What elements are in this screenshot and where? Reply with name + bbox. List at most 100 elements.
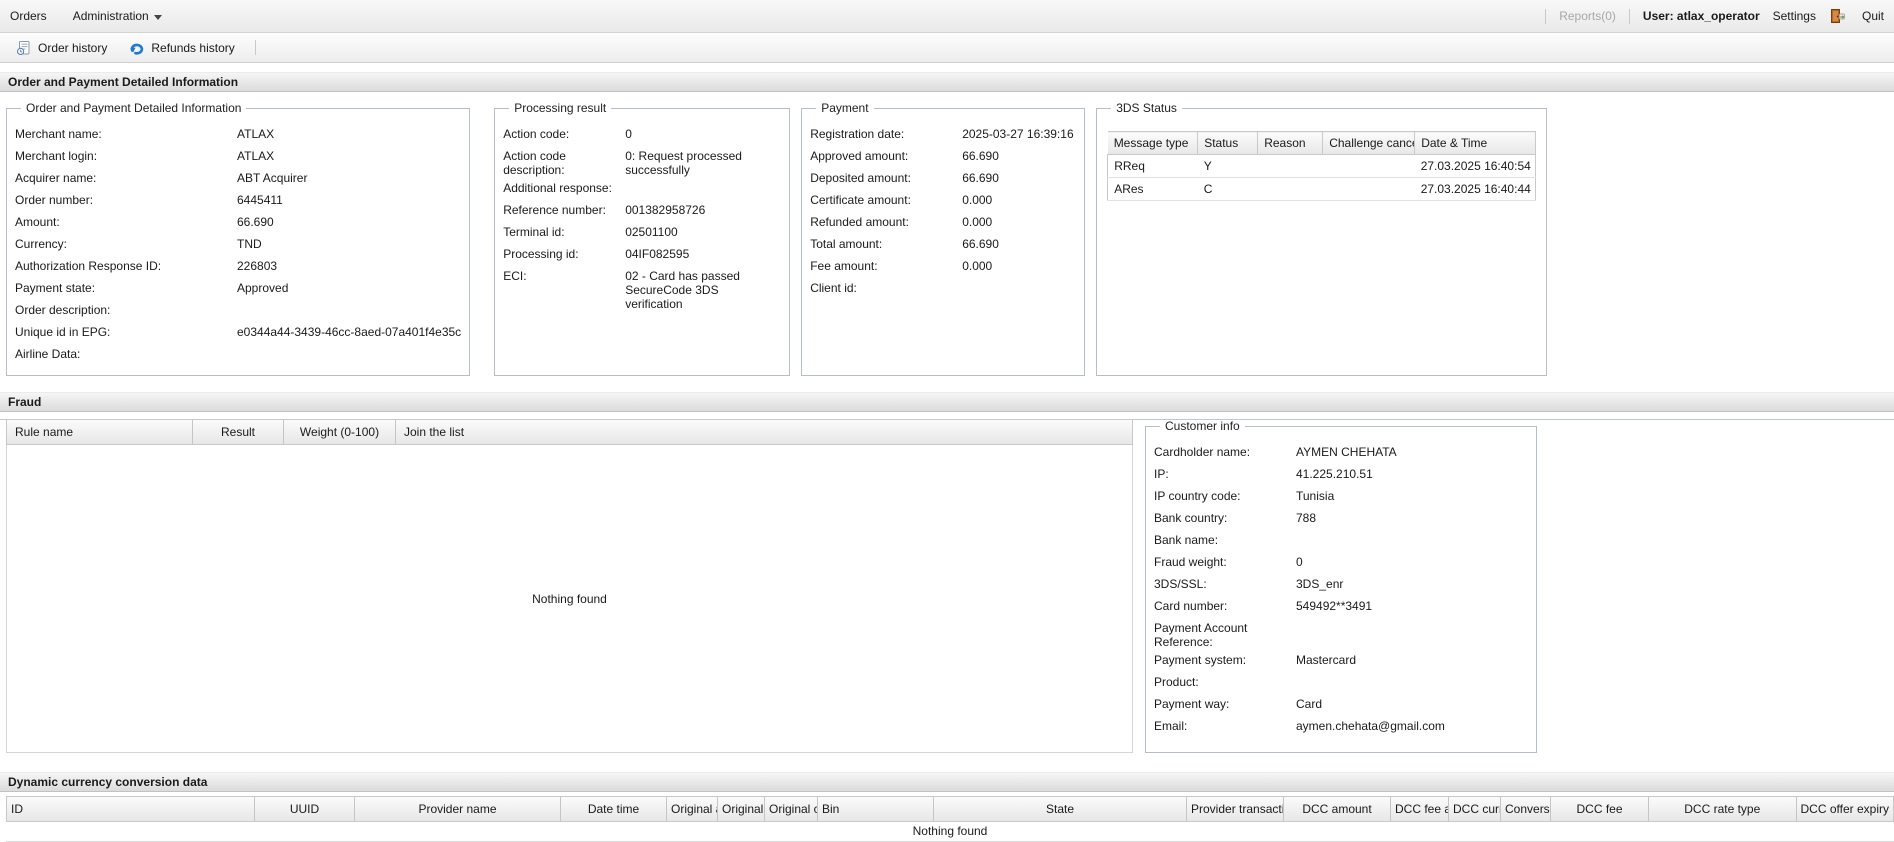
column-header[interactable]: Date & Time <box>1415 132 1536 155</box>
field-row: IP country code: Tunisia <box>1154 485 1528 507</box>
order-history-button[interactable]: Order history <box>6 36 117 60</box>
field-row: IP: 41.225.210.51 <box>1154 463 1528 485</box>
column-header[interactable]: Reason <box>1258 132 1323 155</box>
field-value: ABT Acquirer <box>237 171 307 185</box>
column-header[interactable]: DCC offer expiry <box>1797 797 1893 821</box>
field-row: Payment state: Approved <box>15 277 461 299</box>
field-row: Acquirer name: ABT Acquirer <box>15 167 461 189</box>
column-header[interactable]: DCC rate type <box>1649 797 1797 821</box>
field-row: Reference number: 001382958726 <box>503 199 781 221</box>
field-label: Cardholder name: <box>1154 445 1296 459</box>
column-header[interactable]: Weight (0-100) <box>284 420 396 444</box>
field-value: 02501100 <box>625 225 678 239</box>
processing-result-legend: Processing result <box>509 101 611 115</box>
table-cell: ARes <box>1108 178 1198 201</box>
customer-info-fields: Cardholder name: AYMEN CHEHATA IP: 41.22… <box>1154 441 1528 737</box>
field-label: Email: <box>1154 719 1296 733</box>
field-row: Action code description: 0: Request proc… <box>503 145 781 177</box>
field-label: Bank country: <box>1154 511 1296 525</box>
column-header[interactable]: Provider name <box>355 797 561 821</box>
field-value: ATLAX <box>237 149 274 163</box>
menu-orders[interactable]: Orders <box>10 9 47 23</box>
table-cell: C <box>1198 178 1258 201</box>
field-label: Reference number: <box>503 203 625 217</box>
field-label: Client id: <box>810 281 962 295</box>
field-label: Deposited amount: <box>810 171 962 185</box>
column-header[interactable]: Original c <box>765 797 818 821</box>
refunds-history-button[interactable]: Refunds history <box>119 36 244 60</box>
menu-settings[interactable]: Settings <box>1773 9 1816 23</box>
field-row: Deposited amount: 66.690 <box>810 167 1076 189</box>
field-row: Currency: TND <box>15 233 461 255</box>
fraud-section: Rule nameResultWeight (0-100)Join the li… <box>0 412 1894 758</box>
door-exit-icon[interactable] <box>1829 8 1845 24</box>
column-header[interactable]: UUID <box>255 797 355 821</box>
menu-administration[interactable]: Administration <box>73 9 162 23</box>
field-label: Terminal id: <box>503 225 625 239</box>
payment-fieldset: Payment Registration date: 2025-03-27 16… <box>801 101 1085 376</box>
field-value: TND <box>237 237 262 251</box>
column-header[interactable]: Join the list <box>396 420 472 444</box>
field-row: ECI: 02 - Card has passed SecureCode 3DS… <box>503 265 781 311</box>
current-user-label: User: atlax_operator <box>1643 9 1760 23</box>
field-value: aymen.chehata@gmail.com <box>1296 719 1445 733</box>
field-value: 001382958726 <box>625 203 705 217</box>
table-cell: RReq <box>1108 155 1198 178</box>
field-label: Order description: <box>15 303 237 317</box>
field-label: Order number: <box>15 193 237 207</box>
field-value: 6445411 <box>237 193 283 207</box>
field-row: Registration date: 2025-03-27 16:39:16 <box>810 123 1076 145</box>
table-row[interactable]: ARes C 27.03.2025 16:40:44 <box>1108 178 1536 201</box>
field-label: Acquirer name: <box>15 171 237 185</box>
column-header[interactable]: Status <box>1198 132 1258 155</box>
table-cell <box>1258 178 1323 201</box>
column-header[interactable]: Challenge cancel <box>1323 132 1415 155</box>
column-header[interactable]: Message type <box>1108 132 1198 155</box>
field-row: Product: <box>1154 671 1528 693</box>
column-header[interactable]: Original f <box>718 797 765 821</box>
field-label: Total amount: <box>810 237 962 251</box>
menu-quit[interactable]: Quit <box>1862 9 1884 23</box>
menu-administration-label: Administration <box>73 9 149 23</box>
column-header[interactable]: State <box>934 797 1187 821</box>
field-value: Approved <box>237 281 288 295</box>
column-header[interactable]: Bin <box>818 797 934 821</box>
column-header[interactable]: Provider transaction id <box>1187 797 1284 821</box>
column-header[interactable]: Result <box>193 420 284 444</box>
column-header[interactable]: Original amount <box>667 797 718 821</box>
table-cell: 27.03.2025 16:40:44 <box>1415 178 1536 201</box>
field-row: Bank country: 788 <box>1154 507 1528 529</box>
field-label: Bank name: <box>1154 533 1296 547</box>
column-header[interactable]: Rule name <box>7 420 193 444</box>
table-cell: 27.03.2025 16:40:54 <box>1415 155 1536 178</box>
field-value: 226803 <box>237 259 277 273</box>
three-ds-status-legend: 3DS Status <box>1111 101 1182 115</box>
field-value: ATLAX <box>237 127 274 141</box>
column-header[interactable]: DCC fee <box>1551 797 1649 821</box>
field-label: Action code: <box>503 127 625 141</box>
column-header[interactable]: DCC curr <box>1449 797 1501 821</box>
table-row[interactable]: RReq Y 27.03.2025 16:40:54 <box>1108 155 1536 178</box>
column-header[interactable]: DCC amount <box>1284 797 1391 821</box>
menubar-separator <box>1545 9 1546 24</box>
menubar-separator <box>1629 9 1630 24</box>
payment-legend: Payment <box>816 101 873 115</box>
toolbar: Order history Refunds history <box>0 33 1894 63</box>
field-row: Refunded amount: 0.000 <box>810 211 1076 233</box>
fraud-table: Rule nameResultWeight (0-100)Join the li… <box>6 419 1133 753</box>
field-row: Payment way: Card <box>1154 693 1528 715</box>
field-row: Fraud weight: 0 <box>1154 551 1528 573</box>
field-row: Order description: <box>15 299 461 321</box>
three-ds-header-row: Message typeStatusReasonChallenge cancel… <box>1108 132 1536 155</box>
field-value: 0.000 <box>962 259 992 273</box>
field-value: 788 <box>1296 511 1316 525</box>
fraud-header-row: Rule nameResultWeight (0-100)Join the li… <box>6 419 1133 445</box>
menu-reports[interactable]: Reports(0) <box>1559 9 1616 23</box>
field-value: 66.690 <box>237 215 274 229</box>
column-header[interactable]: Conversi <box>1501 797 1551 821</box>
column-header[interactable]: Date time <box>561 797 667 821</box>
column-header[interactable]: DCC fee amount <box>1391 797 1449 821</box>
field-row: Email: aymen.chehata@gmail.com <box>1154 715 1528 737</box>
column-header[interactable]: ID <box>7 797 255 821</box>
field-row: Unique id in EPG: e0344a44-3439-46cc-8ae… <box>15 321 461 343</box>
